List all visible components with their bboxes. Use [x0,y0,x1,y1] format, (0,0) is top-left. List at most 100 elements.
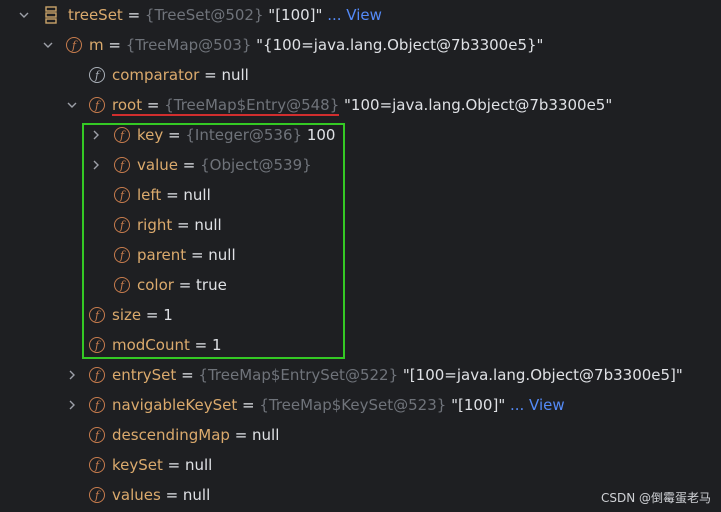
field-name: right [137,216,173,234]
field-name: root [112,96,143,114]
tree-row-text: right = null [137,210,222,240]
tree-row-value[interactable]: f value = {Object@539} [0,150,721,180]
equals-sign: = [103,36,126,54]
chevron-down-icon[interactable] [42,39,54,51]
tree-row-keySet[interactable]: f keySet = null [0,450,721,480]
object-ref: {TreeMap$EntrySet@522} [198,366,399,384]
tree-row-text: treeSet = {TreeSet@502} "[100]" ... View [68,0,382,30]
field-name: values [112,486,161,504]
field-name: navigableKeySet [112,396,238,414]
field-name: modCount [112,336,190,354]
field-value: true [196,276,227,294]
tree-row-navigableKeySet[interactable]: f navigableKeySet = {TreeMap$KeySet@523} … [0,390,721,420]
tree-row-modCount[interactable]: f modCount = 1 [0,330,721,360]
equals-sign: = [173,276,197,294]
field-icon: f [114,187,130,203]
field-value: 1 [211,336,222,354]
equals-sign: = [162,456,185,474]
tree-row-m[interactable]: fm = {TreeMap@503} "{100=java.lang.Objec… [0,30,721,60]
tree-row-text: descendingMap = null [112,420,279,450]
field-icon: f [89,97,105,113]
field-icon: f [89,427,105,443]
chevron-right-icon[interactable] [90,159,102,171]
field-name: value [137,156,178,174]
field-value: null [252,426,280,444]
collection-icon [45,6,57,24]
field-icon: f [114,277,130,293]
view-link[interactable]: ... View [327,6,382,24]
tree-row-entrySet[interactable]: f entrySet = {TreeMap$EntrySet@522} "[100… [0,360,721,390]
field-value: null [183,186,211,204]
equals-sign: = [229,426,253,444]
tree-row-key[interactable]: f key = {Integer@536} 100 [0,120,721,150]
field-value: null [194,216,222,234]
chevron-down-icon[interactable] [66,99,78,111]
object-ref: {Integer@536} [185,126,303,144]
tree-row-color[interactable]: f color = true [0,270,721,300]
tree-row-parent[interactable]: f parent = null [0,240,721,270]
field-value: "[100]" [263,6,328,24]
field-name: keySet [112,456,163,474]
tree-row-size[interactable]: f size = 1 [0,300,721,330]
tree-row-text: comparator = null [112,60,249,90]
field-icon: f [114,247,130,263]
tree-row-text: navigableKeySet = {TreeMap$KeySet@523} "… [112,390,565,420]
field-name: treeSet [68,6,123,24]
field-value: "[100]" [446,396,510,414]
field-icon: f [89,397,105,413]
field-name: color [137,276,174,294]
chevron-right-icon[interactable] [90,129,102,141]
field-icon: f [89,487,105,503]
tree-row-text: keySet = null [112,450,212,480]
field-value: 1 [163,306,173,324]
equals-sign: = [141,306,164,324]
equals-sign: = [163,126,186,144]
field-name: m [89,36,104,54]
object-ref: {TreeMap@503} [125,36,252,54]
equals-sign: = [177,156,201,174]
tree-row-text: value = {Object@539} [137,150,312,180]
tree-row-treeSet[interactable]: treeSet = {TreeSet@502} "[100]" ... View [0,0,721,30]
field-icon: f [114,127,130,143]
tree-row-right[interactable]: f right = null [0,210,721,240]
tree-row-descendingMap[interactable]: f descendingMap = null [0,420,721,450]
field-lock-icon: f [89,67,105,83]
field-name: left [137,186,162,204]
equals-sign: = [176,366,199,384]
tree-row-left[interactable]: f left = null [0,180,721,210]
tree-row-text: modCount = 1 [112,330,222,360]
tree-row-comparator[interactable]: f comparator = null [0,60,721,90]
object-ref: {TreeMap$Entry@548} [164,96,340,114]
field-name: size [112,306,142,324]
field-name: descendingMap [112,426,230,444]
view-link[interactable]: ... View [510,396,565,414]
field-value: "[100=java.lang.Object@7b3300e5]" [398,366,683,384]
tree-row-root[interactable]: f root = {TreeMap$Entry@548} "100=java.la… [0,90,721,120]
field-value: null [182,486,211,504]
field-icon: f [89,367,105,383]
object-ref: {TreeSet@502} [144,6,264,24]
field-value: null [221,66,249,84]
field-icon: f [114,217,130,233]
field-value: "{100=java.lang.Object@7b3300e5}" [251,36,544,54]
chevron-right-icon[interactable] [66,369,78,381]
red-underline-annotation: root = {TreeMap$Entry@548} [112,96,340,116]
tree-row-text: color = true [137,270,227,300]
chevron-down-icon[interactable] [18,9,30,21]
chevron-right-icon[interactable] [66,399,78,411]
field-value: null [208,246,236,264]
tree-row-text: values = null [112,480,210,510]
tree-row-text: entrySet = {TreeMap$EntrySet@522} "[100=… [112,360,683,390]
tree-row-text: size = 1 [112,300,173,330]
field-icon: f [89,337,105,353]
field-name: comparator [112,66,200,84]
field-name: key [137,126,164,144]
tree-row-text: key = {Integer@536} 100 [137,120,335,150]
equals-sign: = [237,396,260,414]
field-value: null [185,456,213,474]
equals-sign: = [199,66,222,84]
object-ref: {TreeMap$KeySet@523} [259,396,447,414]
equals-sign: = [160,486,183,504]
field-icon: f [89,457,105,473]
equals-sign: = [142,96,165,114]
